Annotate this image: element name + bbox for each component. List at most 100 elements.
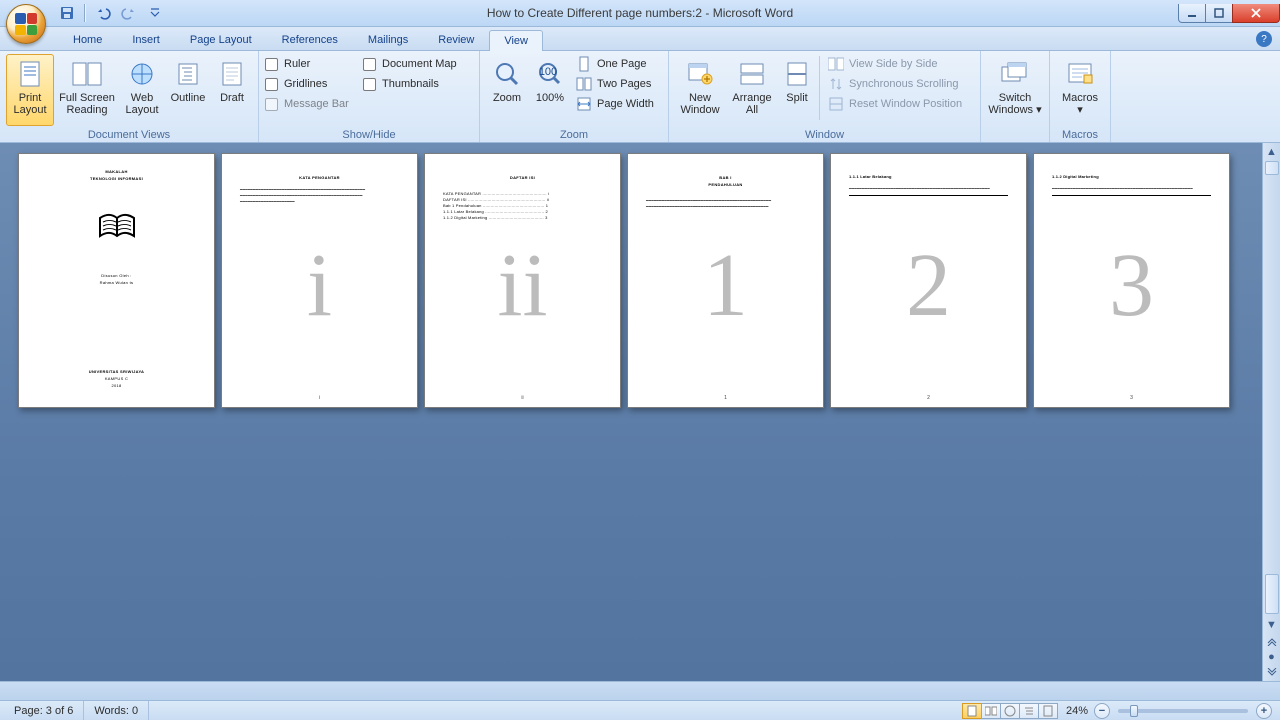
outline-button[interactable]: Outline: [166, 54, 210, 126]
browse-object-nav: ●: [1267, 633, 1277, 681]
view-shortcut-buttons: [963, 703, 1058, 719]
qat-customize-icon[interactable]: [144, 2, 166, 24]
view-outline-icon[interactable]: [1019, 703, 1039, 719]
qat-save-icon[interactable]: [56, 2, 78, 24]
macros-icon: [1064, 58, 1096, 90]
sync-scroll-icon: [828, 76, 844, 92]
window-title: How to Create Different page numbers:2 -…: [0, 6, 1280, 20]
scroll-down-icon[interactable]: ▼: [1263, 616, 1280, 633]
zoom-out-button[interactable]: −: [1094, 703, 1110, 719]
page-width-button[interactable]: Page Width: [572, 94, 662, 114]
minimize-button[interactable]: [1178, 4, 1206, 23]
group-zoom: Zoom 100 100% One Page Two Pages Page Wi…: [480, 51, 669, 142]
zoom-slider-thumb[interactable]: [1130, 705, 1138, 717]
split-icon: [781, 58, 813, 90]
full-screen-reading-button[interactable]: Full Screen Reading: [56, 54, 118, 126]
macros-label: Macros▾: [1062, 92, 1098, 116]
tab-page-layout[interactable]: Page Layout: [175, 29, 267, 50]
page-footer-number: 1: [628, 395, 823, 401]
office-button[interactable]: [6, 4, 46, 44]
select-browse-object-icon[interactable]: ●: [1267, 649, 1277, 665]
zoom-100-icon: 100: [534, 58, 566, 90]
arrange-all-button[interactable]: Arrange All: [727, 54, 777, 126]
ruler-toggle[interactable]: [1265, 161, 1279, 175]
title-bar: How to Create Different page numbers:2 -…: [0, 0, 1280, 27]
document-area[interactable]: MAKALAH TEKNOLOGI INFORMASI Disusun Oleh…: [0, 143, 1280, 681]
qat-redo-icon[interactable]: [118, 2, 140, 24]
tab-view[interactable]: View: [489, 30, 543, 51]
tab-insert[interactable]: Insert: [117, 29, 175, 50]
full-screen-reading-label: Full Screen Reading: [57, 92, 117, 116]
arrange-all-label: Arrange All: [728, 92, 776, 116]
group-window-label: Window: [675, 128, 974, 141]
switch-windows-button[interactable]: Switch Windows ▾: [987, 54, 1043, 126]
print-layout-button[interactable]: Print Layout: [6, 54, 54, 126]
scrollbar-thumb[interactable]: [1265, 574, 1279, 614]
view-draft-icon[interactable]: [1038, 703, 1058, 719]
page-thumbnail-6[interactable]: 1.1.2 Digital Marketing ━━━━━━━━━━━━━━━━…: [1033, 153, 1230, 408]
draft-icon: [216, 58, 248, 90]
split-button[interactable]: Split: [779, 54, 815, 126]
tab-review[interactable]: Review: [423, 29, 489, 50]
tab-home[interactable]: Home: [58, 29, 117, 50]
horizontal-scroll-region: [0, 681, 1280, 700]
tab-mailings[interactable]: Mailings: [353, 29, 423, 50]
help-icon[interactable]: ?: [1256, 31, 1272, 47]
status-bar: Page: 3 of 6 Words: 0 24% − +: [0, 700, 1280, 720]
svg-text:100: 100: [539, 66, 557, 78]
status-zoom-level[interactable]: 24%: [1066, 705, 1088, 717]
draft-button[interactable]: Draft: [212, 54, 252, 126]
previous-page-icon[interactable]: [1267, 633, 1277, 649]
qat-undo-icon[interactable]: [92, 2, 114, 24]
reset-window-position-button[interactable]: Reset Window Position: [824, 94, 974, 114]
outline-label: Outline: [171, 92, 206, 104]
zoom-100-button[interactable]: 100 100%: [530, 54, 570, 126]
group-document-views-label: Document Views: [6, 128, 252, 141]
outline-icon: [172, 58, 204, 90]
ruler-checkbox[interactable]: Ruler: [265, 54, 361, 74]
vertical-scrollbar[interactable]: ▲ ▼ ●: [1262, 143, 1280, 681]
one-page-button[interactable]: One Page: [572, 54, 662, 74]
group-show-hide-label: Show/Hide: [265, 128, 473, 141]
view-side-by-side-button[interactable]: View Side by Side: [824, 54, 974, 74]
zoom-button[interactable]: Zoom: [486, 54, 528, 126]
status-words[interactable]: Words: 0: [84, 701, 149, 720]
page-footer-number: ii: [425, 395, 620, 401]
zoom-slider[interactable]: [1118, 709, 1248, 713]
sync-scrolling-button[interactable]: Synchronous Scrolling: [824, 74, 974, 94]
view-web-layout-icon[interactable]: [1000, 703, 1020, 719]
thumbnails-checkbox[interactable]: Thumbnails: [363, 74, 473, 94]
web-layout-label: Web Layout: [121, 92, 163, 116]
close-button[interactable]: [1232, 4, 1280, 23]
maximize-button[interactable]: [1205, 4, 1233, 23]
window-controls: [1179, 4, 1280, 23]
next-page-icon[interactable]: [1267, 665, 1277, 681]
document-map-checkbox[interactable]: Document Map: [363, 54, 473, 74]
page-width-icon: [576, 96, 592, 112]
page-thumbnail-2[interactable]: KATA PENGANTAR ━━━━━━━━━━━━━━━━━━━━━━━━━…: [221, 153, 418, 408]
gridlines-checkbox[interactable]: Gridlines: [265, 74, 361, 94]
page-thumbnail-5[interactable]: 1.1.1 Latar Belakang ━━━━━━━━━━━━━━━━━━━…: [830, 153, 1027, 408]
zoom-label: Zoom: [493, 92, 521, 104]
view-full-screen-icon[interactable]: [981, 703, 1001, 719]
view-print-layout-icon[interactable]: [962, 703, 982, 719]
side-by-side-icon: [828, 56, 844, 72]
tab-references[interactable]: References: [267, 29, 353, 50]
web-layout-button[interactable]: Web Layout: [120, 54, 164, 126]
group-macros-label: Macros: [1056, 128, 1104, 141]
one-page-icon: [576, 56, 592, 72]
page-thumbnail-1[interactable]: MAKALAH TEKNOLOGI INFORMASI Disusun Oleh…: [18, 153, 215, 408]
macros-button[interactable]: Macros▾: [1056, 54, 1104, 126]
group-show-hide: Ruler Gridlines Message Bar Document Map…: [259, 51, 480, 142]
new-window-button[interactable]: New Window: [675, 54, 725, 126]
status-page[interactable]: Page: 3 of 6: [4, 701, 84, 720]
message-bar-checkbox[interactable]: Message Bar: [265, 94, 361, 114]
draft-label: Draft: [220, 92, 244, 104]
scroll-up-icon[interactable]: ▲: [1263, 143, 1280, 160]
page-thumbnail-4[interactable]: BAB I PENDAHULUAN ━━━━━━━━━━━━━━━━━━━━━━…: [627, 153, 824, 408]
checkbox-icon: [265, 78, 278, 91]
page-thumbnail-3[interactable]: DAFTAR ISI KATA PENGANTAR ..............…: [424, 153, 621, 408]
two-pages-button[interactable]: Two Pages: [572, 74, 662, 94]
zoom-in-button[interactable]: +: [1256, 703, 1272, 719]
dropdown-icon: ▾: [1077, 104, 1083, 116]
